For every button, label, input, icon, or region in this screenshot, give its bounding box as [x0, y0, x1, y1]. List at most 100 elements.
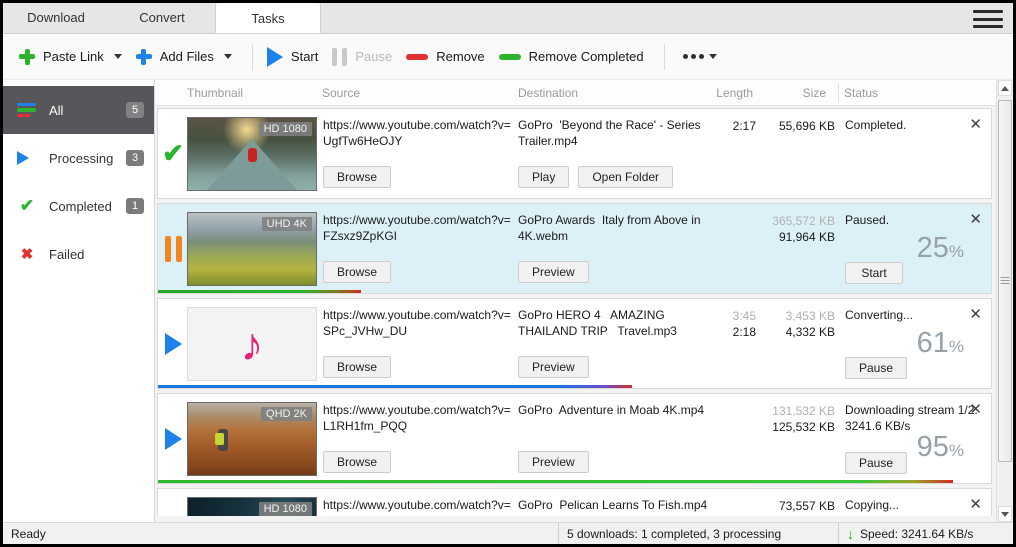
- vertical-scrollbar[interactable]: [996, 80, 1013, 522]
- close-icon[interactable]: ✕: [965, 493, 986, 515]
- plus-icon: [19, 49, 35, 65]
- close-icon[interactable]: ✕: [965, 303, 986, 325]
- browse-button[interactable]: Browse: [323, 356, 391, 378]
- sidebar-item-label: All: [49, 103, 126, 118]
- start-task-button[interactable]: Start: [845, 262, 903, 284]
- scroll-up-button[interactable]: [998, 80, 1012, 96]
- close-icon[interactable]: ✕: [965, 398, 986, 420]
- sidebar-item-processing[interactable]: Processing 3: [3, 134, 154, 182]
- play-button[interactable]: Play: [518, 166, 569, 188]
- downloads-summary: 5 downloads: 1 completed, 3 processing: [567, 527, 781, 541]
- remove-label: Remove: [436, 49, 484, 64]
- size-value: 73,557 KB: [761, 498, 835, 514]
- pause-icon: [165, 236, 182, 262]
- table-row[interactable]: ♪ https://www.youtube.com/watch?v=SPc_JV…: [157, 298, 992, 389]
- paste-link-label: Paste Link: [43, 49, 104, 64]
- start-icon: [267, 47, 283, 67]
- chevron-down-icon[interactable]: [224, 54, 232, 59]
- browse-button[interactable]: Browse: [323, 261, 391, 283]
- length-value: 2:17: [678, 118, 756, 134]
- close-icon[interactable]: ✕: [965, 113, 986, 135]
- row-state: [160, 394, 186, 483]
- progress-percent: 61%: [917, 325, 964, 363]
- scroll-down-button[interactable]: [998, 506, 1012, 522]
- tab-download[interactable]: Download: [3, 2, 109, 33]
- task-list: Thumbnail Source Destination Length Size…: [155, 80, 996, 522]
- progress-bar: [157, 385, 632, 389]
- start-label: Start: [291, 49, 318, 64]
- header-source[interactable]: Source: [322, 86, 360, 100]
- more-options-button[interactable]: [683, 54, 717, 59]
- size-value: 55,696 KB: [761, 118, 835, 134]
- failed-icon: ✖: [17, 245, 37, 263]
- preview-button[interactable]: Preview: [518, 261, 589, 283]
- length-total: 3:45: [678, 308, 756, 324]
- size-total: 365,572 KB: [761, 213, 835, 229]
- destination-file: GoPro Adventure in Moab 4K.mp4: [518, 403, 716, 419]
- toolbar-separator: [664, 44, 665, 70]
- status-downloads: 5 downloads: 1 completed, 3 processing: [558, 523, 838, 544]
- chevron-down-icon: [709, 54, 717, 59]
- scrollbar-thumb[interactable]: [998, 100, 1012, 462]
- pause-button[interactable]: Pause: [332, 48, 392, 66]
- add-files-button[interactable]: Add Files: [136, 49, 232, 65]
- video-thumbnail: QHD 2K: [187, 402, 317, 476]
- header-status[interactable]: Status: [844, 86, 878, 100]
- processing-icon: [17, 151, 37, 165]
- audio-thumbnail: ♪: [187, 307, 317, 381]
- header-size[interactable]: Size: [758, 86, 826, 100]
- table-row[interactable]: ✔ HD 1080 https://www.youtube.com/watch?…: [157, 108, 992, 199]
- status-speed: ↓ Speed: 3241.64 KB/s: [838, 523, 1013, 544]
- progress-bar: [157, 480, 953, 484]
- row-state: ✔: [160, 109, 186, 198]
- pause-task-button[interactable]: Pause: [845, 452, 907, 474]
- source-url: https://www.youtube.com/watch?v=SPc_JVHw…: [323, 308, 515, 339]
- status-ready: Ready: [3, 527, 558, 541]
- header-length[interactable]: Length: [675, 86, 753, 100]
- open-folder-button[interactable]: Open Folder: [578, 166, 673, 188]
- source-url: https://www.youtube.com/watch?v=FZsxz9Zp…: [323, 213, 515, 244]
- table-row[interactable]: HD 1080 https://www.youtube.com/watch?v=…: [157, 488, 992, 516]
- add-files-label: Add Files: [160, 49, 214, 64]
- header-separator: [838, 83, 839, 102]
- pause-task-button[interactable]: Pause: [845, 357, 907, 379]
- download-arrow-icon: ↓: [847, 527, 854, 541]
- browse-button[interactable]: Browse: [323, 166, 391, 188]
- count-badge: 5: [126, 102, 144, 118]
- source-url: https://www.youtube.com/watch?v=L1RH1fm_…: [323, 403, 515, 434]
- arrow-down-icon: [1001, 512, 1009, 517]
- app-window: Download Convert Tasks Paste Link Add Fi…: [0, 0, 1016, 547]
- table-row[interactable]: QHD 2K https://www.youtube.com/watch?v=L…: [157, 393, 992, 484]
- tab-convert[interactable]: Convert: [109, 2, 215, 33]
- close-icon[interactable]: ✕: [965, 208, 986, 230]
- header-thumbnail[interactable]: Thumbnail: [187, 86, 243, 100]
- check-icon: ✔: [162, 138, 184, 169]
- destination-file: GoPro Pelican Learns To Fish.mp4: [518, 498, 716, 514]
- quality-badge: HD 1080: [259, 122, 312, 136]
- remove-button[interactable]: Remove: [406, 49, 484, 64]
- tab-convert-label: Convert: [139, 10, 185, 25]
- browse-button[interactable]: Browse: [323, 451, 391, 473]
- speed-value: Speed: 3241.64 KB/s: [860, 527, 973, 541]
- remove-completed-button[interactable]: Remove Completed: [499, 49, 644, 64]
- preview-button[interactable]: Preview: [518, 356, 589, 378]
- sidebar-item-failed[interactable]: ✖ Failed: [3, 230, 154, 278]
- completed-icon: ✔: [17, 196, 37, 216]
- progress-percent: 25%: [917, 230, 964, 268]
- sidebar-item-completed[interactable]: ✔ Completed 1: [3, 182, 154, 230]
- tab-tasks[interactable]: Tasks: [215, 2, 321, 33]
- start-button[interactable]: Start: [267, 47, 318, 67]
- preview-button[interactable]: Preview: [518, 451, 589, 473]
- sidebar-item-all[interactable]: All 5: [3, 86, 154, 134]
- all-filter-icon: [17, 103, 37, 118]
- chevron-down-icon[interactable]: [114, 54, 122, 59]
- menu-icon[interactable]: [973, 10, 1003, 28]
- paste-link-button[interactable]: Paste Link: [19, 49, 122, 65]
- header-destination[interactable]: Destination: [518, 86, 578, 100]
- plus-icon: [136, 49, 152, 65]
- table-row[interactable]: UHD 4K https://www.youtube.com/watch?v=F…: [157, 203, 992, 294]
- grip-icon: [1001, 277, 1010, 285]
- row-state: [160, 204, 186, 293]
- table-header: Thumbnail Source Destination Length Size…: [155, 80, 996, 106]
- play-icon: [165, 333, 182, 355]
